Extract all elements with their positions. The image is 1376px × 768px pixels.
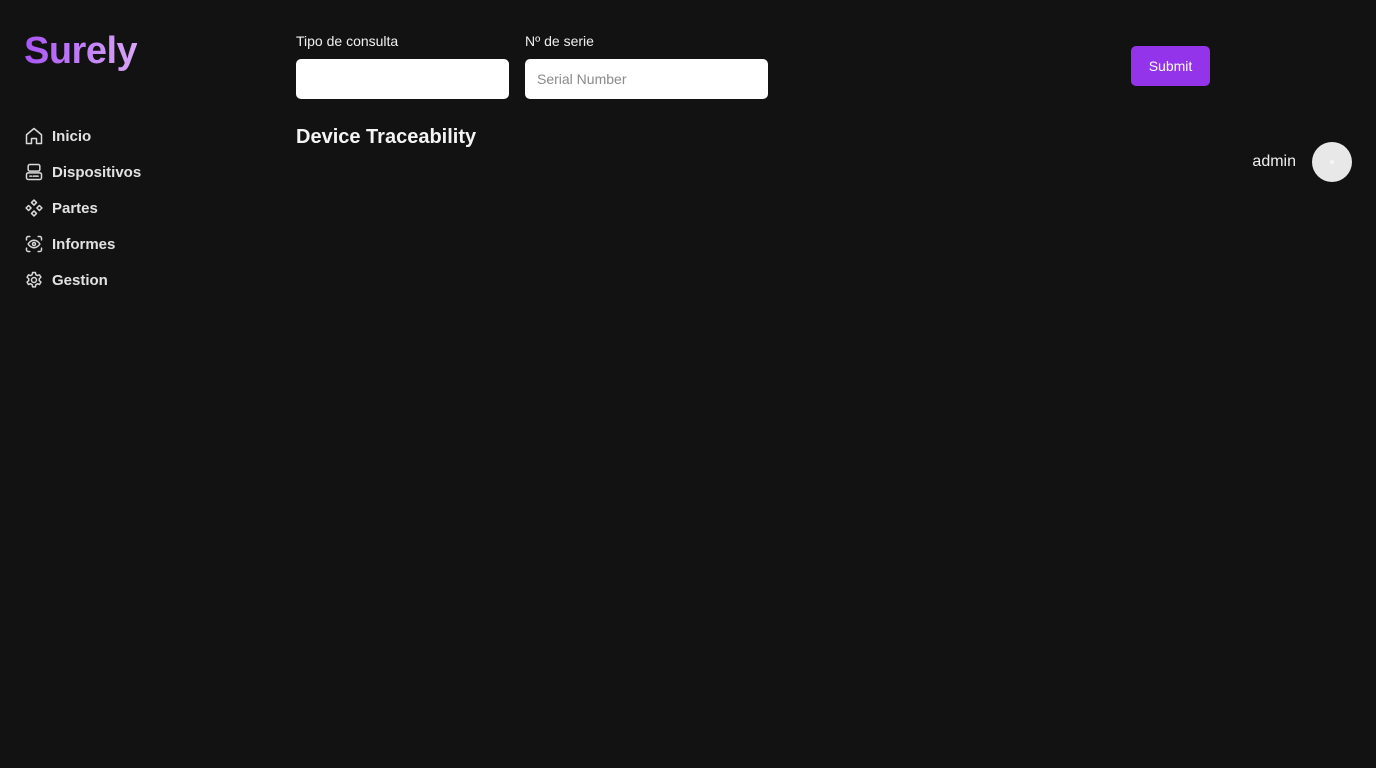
- user-menu: admin: [1252, 142, 1352, 182]
- submit-button[interactable]: Submit: [1131, 46, 1210, 86]
- sidebar-nav: Inicio Dispositivos Partes Informes Gest…: [24, 118, 141, 298]
- user-name: admin: [1252, 153, 1296, 170]
- eye-scan-icon: [25, 235, 43, 253]
- serial-number-group: Nº de serie: [525, 33, 768, 99]
- sidebar-item-label: Partes: [52, 199, 98, 217]
- sidebar-item-label: Dispositivos: [52, 163, 142, 181]
- tipo-consulta-label: Tipo de consulta: [296, 33, 399, 49]
- tipo-consulta-input[interactable]: [296, 59, 509, 99]
- sidebar-item-gestion[interactable]: Gestion: [24, 262, 141, 298]
- sidebar-item-partes[interactable]: Partes: [24, 190, 141, 226]
- avatar[interactable]: [1312, 142, 1352, 182]
- sidebar-item-dispositivos[interactable]: Dispositivos: [24, 154, 141, 190]
- home-icon: [25, 127, 43, 145]
- serial-number-input[interactable]: [525, 59, 768, 99]
- sidebar-item-label: Informes: [52, 235, 116, 253]
- tipo-consulta-group: Tipo de consulta: [296, 33, 509, 99]
- server-icon: [25, 163, 43, 181]
- sidebar-item-informes[interactable]: Informes: [24, 226, 141, 262]
- sidebar-item-label: Gestion: [52, 271, 108, 289]
- serial-number-label: Nº de serie: [525, 33, 594, 49]
- app-root: Surely Inicio Dispositivos Partes Inform…: [0, 0, 1376, 768]
- page-title: Device Traceability: [296, 126, 477, 148]
- sidebar-item-label: Inicio: [52, 127, 92, 145]
- brand-logo[interactable]: Surely: [24, 30, 138, 73]
- sidebar: Surely Inicio Dispositivos Partes Inform…: [0, 0, 270, 768]
- components-icon: [25, 199, 43, 217]
- gear-icon: [26, 271, 42, 288]
- sidebar-item-inicio[interactable]: Inicio: [24, 118, 141, 154]
